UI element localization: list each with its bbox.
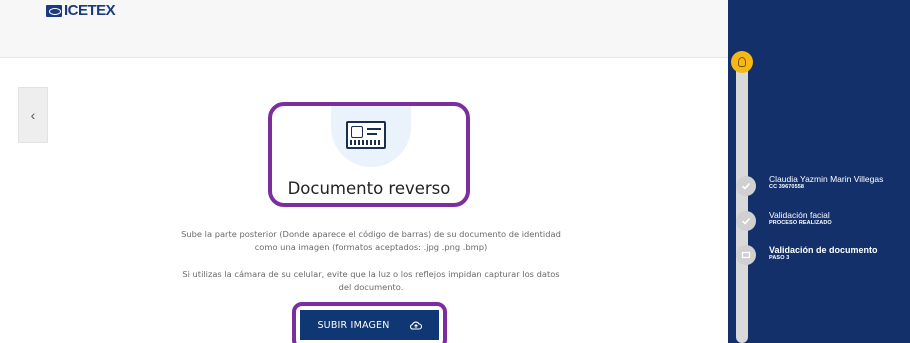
logo-text: ICETEX <box>64 2 116 19</box>
lightbulb-icon <box>731 51 753 73</box>
upload-image-button[interactable]: SUBIR IMAGEN <box>300 310 439 340</box>
progress-track <box>736 62 748 343</box>
step-complete-icon <box>736 211 756 231</box>
step-name: Validación facial <box>769 210 830 220</box>
top-bar: ICETEX <box>0 0 728 58</box>
camera-tip: Si utilizas la cámara de su celular, evi… <box>182 269 560 292</box>
step-subtitle: CC 39670558 <box>769 184 805 190</box>
progress-sidebar <box>728 0 910 343</box>
step-facial-validation: Validación facial PROCESO REALIZADO <box>769 210 832 227</box>
step-complete-icon <box>736 176 756 196</box>
step-name: Claudia Yazmin Marin Villegas <box>769 174 884 184</box>
cloud-upload-icon <box>409 320 422 330</box>
upload-button-label: SUBIR IMAGEN <box>317 319 390 331</box>
step-name: Validación de documento <box>769 245 878 255</box>
icetex-logo: ICETEX <box>46 2 116 19</box>
back-button[interactable]: ‹ <box>18 87 48 143</box>
step-document-validation: Validación de documento PASO 3 <box>769 245 878 262</box>
document-title: Documento reverso <box>287 179 451 198</box>
step-subtitle: PASO 3 <box>769 255 790 261</box>
document-step-icon <box>736 245 756 265</box>
page: ICETEX ‹ Documento reverso Sube la parte… <box>0 0 910 343</box>
upload-instructions: Sube la parte posterior (Donde aparece e… <box>181 229 561 252</box>
step-subtitle: PROCESO REALIZADO <box>769 220 832 226</box>
step-user: Claudia Yazmin Marin Villegas CC 3967055… <box>769 174 883 191</box>
logo-mark-icon <box>46 4 62 17</box>
